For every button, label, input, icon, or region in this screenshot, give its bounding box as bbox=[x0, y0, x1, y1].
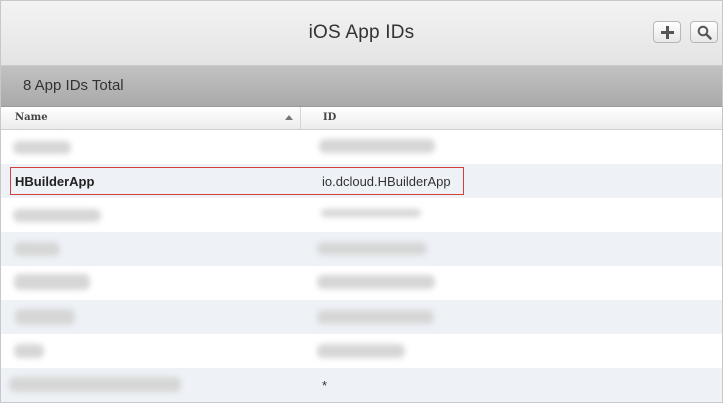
search-icon bbox=[697, 25, 712, 40]
redacted-id bbox=[317, 310, 434, 324]
redacted-id bbox=[319, 139, 435, 153]
table-row[interactable]: HBuilderApp io.dcloud.HBuilderApp bbox=[1, 164, 722, 198]
column-name-label: Name bbox=[15, 112, 48, 123]
column-header-id[interactable]: ID bbox=[301, 107, 722, 129]
app-id-list: HBuilderApp io.dcloud.HBuilderApp * bbox=[1, 130, 722, 402]
table-row[interactable] bbox=[1, 300, 722, 334]
app-ids-panel: iOS App IDs 8 App IDs Total Name ID HBui… bbox=[0, 0, 723, 403]
summary-bar: 8 App IDs Total bbox=[1, 66, 722, 107]
column-id-label: ID bbox=[323, 112, 337, 123]
table-row[interactable] bbox=[1, 198, 722, 232]
page-title: iOS App IDs bbox=[308, 22, 415, 43]
row-id: io.dcloud.HBuilderApp bbox=[322, 174, 451, 189]
add-button[interactable] bbox=[653, 21, 681, 43]
redacted-name bbox=[15, 309, 75, 325]
search-button[interactable] bbox=[690, 21, 718, 43]
redacted-name bbox=[14, 344, 44, 358]
column-header-name[interactable]: Name bbox=[1, 107, 301, 129]
table-row[interactable]: * bbox=[1, 368, 722, 402]
redacted-id bbox=[321, 209, 421, 217]
redacted-id bbox=[317, 242, 427, 255]
redacted-name bbox=[14, 274, 90, 290]
sort-ascending-icon bbox=[285, 115, 293, 120]
redacted-name bbox=[13, 141, 71, 154]
redacted-id bbox=[317, 275, 435, 289]
total-count: 8 App IDs Total bbox=[23, 77, 124, 94]
table-row[interactable] bbox=[1, 232, 722, 266]
table-row[interactable] bbox=[1, 130, 722, 164]
table-header: Name ID bbox=[1, 107, 722, 130]
table-row[interactable] bbox=[1, 266, 722, 300]
redacted-name bbox=[14, 242, 60, 256]
table-row[interactable] bbox=[1, 334, 722, 368]
row-id: * bbox=[322, 378, 328, 393]
redacted-name bbox=[9, 377, 181, 392]
title-bar: iOS App IDs bbox=[1, 1, 722, 66]
redacted-id bbox=[317, 344, 405, 358]
row-name: HBuilderApp bbox=[15, 174, 95, 189]
redacted-name bbox=[13, 209, 101, 222]
